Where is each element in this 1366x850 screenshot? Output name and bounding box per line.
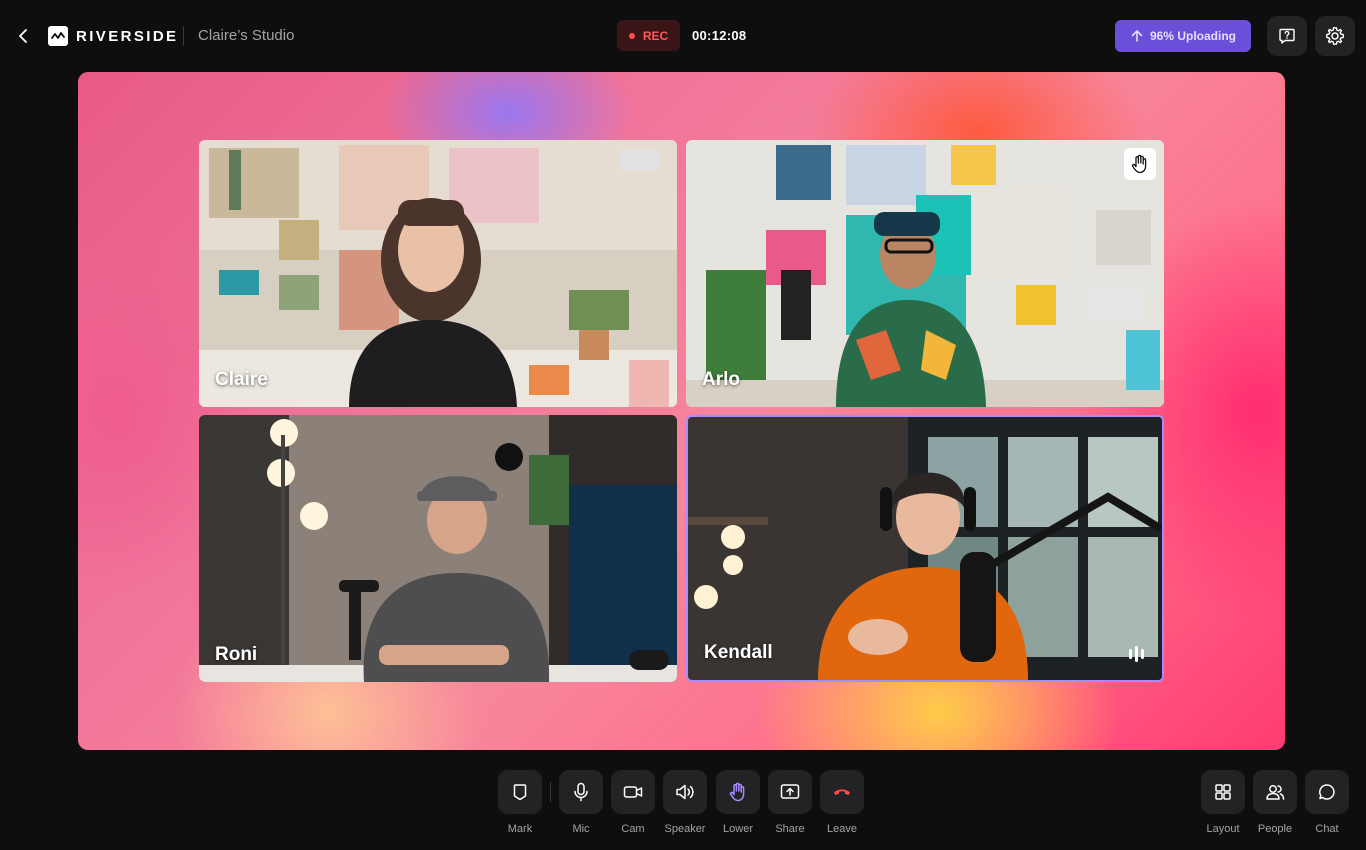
control-bar: Mark Mic Cam Speaker Lower Share Leave L…: [0, 770, 1366, 850]
participant-name: Arlo: [702, 369, 740, 390]
rec-indicator: REC: [617, 20, 680, 51]
participant-video-kendall: [688, 417, 1162, 680]
header-divider: [183, 26, 184, 46]
mic-label: Mic: [572, 823, 590, 835]
cam-control[interactable]: Cam: [611, 770, 655, 835]
arrow-up-icon: [1131, 30, 1143, 42]
riverside-logo: RIVERSIDE: [48, 26, 178, 46]
people-label: People: [1257, 823, 1293, 835]
raised-hand-icon: [1131, 154, 1147, 174]
participant-video-roni: [199, 415, 677, 682]
riverside-logo-mark: [48, 26, 68, 46]
raised-hand-icon: [729, 782, 745, 802]
upload-label: 96% Uploading: [1149, 29, 1236, 43]
hand-raised-badge: [1124, 148, 1156, 180]
layout-button[interactable]: [1201, 770, 1245, 814]
speaker-button[interactable]: [663, 770, 707, 814]
speaker-label: Speaker: [664, 823, 706, 835]
chat-label: Chat: [1315, 823, 1339, 835]
people-button[interactable]: [1253, 770, 1297, 814]
share-label: Share: [775, 823, 805, 835]
control-divider: [550, 782, 551, 802]
upload-status-button[interactable]: 96% Uploading: [1115, 20, 1251, 52]
mic-button[interactable]: [559, 770, 603, 814]
help-chat-icon: [1279, 28, 1295, 44]
leave-control[interactable]: Leave: [820, 770, 864, 835]
lower-hand-button[interactable]: [716, 770, 760, 814]
participant-name: Kendall: [704, 642, 773, 663]
chat-button[interactable]: [1305, 770, 1349, 814]
hang-up-icon: [834, 789, 850, 795]
chat-bubble-icon: [1319, 784, 1335, 800]
video-stage: Claire Arlo Roni Kendall: [78, 72, 1285, 750]
camera-icon: [623, 786, 643, 798]
speaker-control[interactable]: Speaker: [663, 770, 707, 835]
top-bar: RIVERSIDE Claire’s Studio REC 00:12:08 9…: [0, 0, 1366, 72]
speaker-icon: [676, 784, 694, 800]
lower-hand-control[interactable]: Lower: [716, 770, 760, 835]
share-button[interactable]: [768, 770, 812, 814]
cam-button[interactable]: [611, 770, 655, 814]
layout-control[interactable]: Layout: [1201, 770, 1245, 835]
mark-button[interactable]: [498, 770, 542, 814]
participant-tile-roni[interactable]: Roni: [199, 415, 677, 682]
participant-video-arlo: [686, 140, 1164, 407]
rec-label: REC: [642, 28, 669, 43]
leave-label: Leave: [827, 823, 857, 835]
help-button[interactable]: [1267, 16, 1307, 56]
participant-name: Roni: [215, 644, 258, 665]
participant-name: Claire: [215, 369, 268, 390]
share-control[interactable]: Share: [768, 770, 812, 835]
participant-tile-kendall[interactable]: Kendall: [686, 415, 1164, 682]
chat-control[interactable]: Chat: [1305, 770, 1349, 835]
chevron-left-icon: [19, 29, 27, 43]
audio-level-icon: [1129, 646, 1144, 662]
participant-video-claire: [199, 140, 677, 407]
rec-dot-icon: [628, 32, 635, 39]
microphone-icon: [574, 782, 588, 802]
layout-label: Layout: [1206, 823, 1240, 835]
recording-timer: 00:12:08: [692, 28, 747, 43]
participant-tile-arlo[interactable]: Arlo: [686, 140, 1164, 407]
grid-layout-icon: [1215, 784, 1231, 800]
cam-label: Cam: [621, 823, 645, 835]
people-control[interactable]: People: [1253, 770, 1297, 835]
share-screen-icon: [780, 784, 800, 799]
settings-button[interactable]: [1315, 16, 1355, 56]
studio-name: Claire’s Studio: [198, 27, 295, 44]
brand-name: RIVERSIDE: [76, 27, 179, 45]
mark-control[interactable]: Mark: [498, 770, 542, 835]
gear-icon: [1326, 27, 1344, 45]
leave-button[interactable]: [820, 770, 864, 814]
back-button[interactable]: [14, 26, 34, 46]
mic-control[interactable]: Mic: [559, 770, 603, 835]
mark-label: Mark: [507, 823, 533, 835]
people-icon: [1266, 785, 1285, 800]
participant-tile-claire[interactable]: Claire: [199, 140, 677, 407]
bookmark-icon: [513, 784, 527, 801]
lower-hand-label: Lower: [723, 823, 753, 835]
